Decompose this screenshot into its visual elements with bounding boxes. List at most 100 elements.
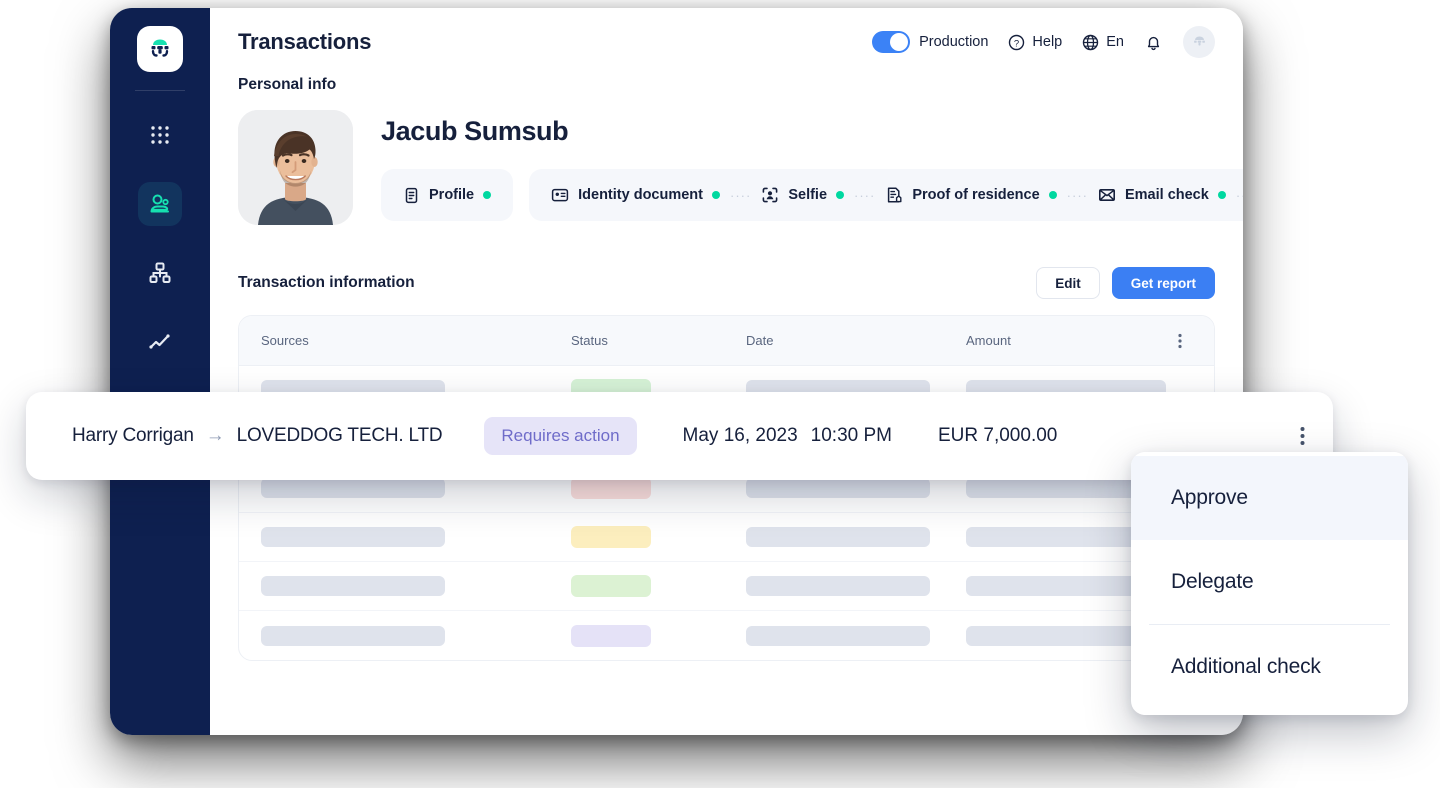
- chip-separator-1: ····: [730, 187, 752, 203]
- sidebar-item-applicants[interactable]: [138, 182, 182, 226]
- chip-email-check[interactable]: Email check: [1098, 186, 1226, 204]
- topbar-actions: Production ? Help En: [872, 26, 1215, 58]
- table-column-status: Status: [571, 333, 608, 348]
- personal-info-label: Personal info: [238, 76, 337, 93]
- table-row[interactable]: [239, 611, 1214, 660]
- applicants-icon: [150, 194, 169, 212]
- table-cell-status: [571, 624, 746, 647]
- table-header-row: Sources Status Date Amount: [239, 316, 1214, 366]
- chip-selfie-status-dot: [836, 191, 845, 199]
- sumsub-avatar-icon: [1193, 35, 1205, 46]
- sidebar-item-workflow[interactable]: [138, 251, 182, 295]
- chip-separator-2: ····: [854, 187, 876, 203]
- get-report-button[interactable]: Get report: [1111, 267, 1215, 299]
- table-cell-sources: [261, 478, 571, 498]
- environment-toggle-label: Production: [919, 34, 989, 50]
- more-vertical-icon: [1300, 427, 1305, 445]
- envelope-icon: [1098, 188, 1115, 201]
- transaction-recipient: LOVEDDOG TECH. LTD: [236, 425, 443, 446]
- transaction-information-title: Transaction information: [238, 274, 415, 291]
- applicant-photo: [238, 110, 353, 225]
- bell-icon: [1147, 36, 1160, 50]
- skeleton-status-chip: [571, 526, 651, 548]
- table-cell-status: [571, 575, 746, 597]
- svg-text:?: ?: [1014, 38, 1019, 49]
- skeleton-bar: [261, 527, 445, 547]
- transaction-time: 10:30 PM: [810, 425, 892, 446]
- transaction-parties: Harry Corrigan → LOVEDDOG TECH. LTD: [72, 425, 443, 447]
- table-cell-date: [746, 625, 966, 646]
- sumsub-logo-icon: [151, 39, 169, 57]
- applicant-photo-image: [238, 110, 353, 225]
- edit-button[interactable]: Edit: [1036, 267, 1100, 299]
- table-cell-sources: [261, 527, 571, 547]
- topbar: Transactions Production ? Help En: [210, 8, 1243, 76]
- account-avatar[interactable]: [1183, 26, 1215, 58]
- chip-identity-document[interactable]: Identity document: [551, 186, 720, 204]
- table-cell-date: [746, 576, 966, 596]
- id-card-icon: [551, 188, 569, 202]
- table-options-button[interactable]: [1168, 333, 1192, 349]
- language-label: En: [1106, 34, 1124, 50]
- verification-chips-row: Profile Identity document ···· Selfie ··…: [381, 169, 1243, 221]
- status-badge: Requires action: [484, 417, 637, 455]
- table-cell-date: [746, 478, 966, 498]
- chip-identity-document-status-dot: [712, 191, 720, 199]
- checks-chip-group: Identity document ···· Selfie ···· Proof…: [529, 169, 1243, 221]
- menu-item-delegate[interactable]: Delegate: [1131, 540, 1408, 624]
- face-scan-icon: [762, 187, 778, 203]
- help-label: Help: [1032, 34, 1063, 50]
- table-cell-status: [571, 526, 746, 548]
- table-row[interactable]: [239, 562, 1214, 611]
- skeleton-bar: [261, 576, 445, 596]
- sidebar-item-apps[interactable]: [138, 113, 182, 157]
- transactions-table: Sources Status Date Amount: [238, 315, 1215, 661]
- sidebar-item-analytics[interactable]: [138, 320, 182, 364]
- transaction-sender: Harry Corrigan: [72, 425, 194, 446]
- transaction-datetime: May 16, 2023 10:30 PM: [683, 425, 892, 447]
- menu-item-approve[interactable]: Approve: [1131, 456, 1408, 540]
- notifications-button[interactable]: [1144, 33, 1163, 52]
- chip-selfie[interactable]: Selfie: [761, 186, 845, 204]
- main-content: Transactions Production ? Help En Person…: [210, 8, 1243, 735]
- skeleton-status-chip: [571, 575, 651, 597]
- table-column-date: Date: [746, 333, 774, 348]
- language-selector[interactable]: En: [1082, 34, 1124, 51]
- document-list-icon: [405, 187, 418, 203]
- help-button[interactable]: ? Help: [1008, 34, 1062, 51]
- document-home-icon: [888, 187, 902, 203]
- skeleton-status-chip: [571, 624, 651, 647]
- transaction-amount: EUR 7,000.00: [938, 425, 1058, 446]
- table-cell-sources: [261, 625, 571, 646]
- more-vertical-icon: [1178, 333, 1182, 348]
- applicant-name: Jacub Sumsub: [381, 116, 569, 146]
- chip-proof-of-residence[interactable]: Proof of residence: [885, 186, 1057, 204]
- arrow-right-icon: →: [205, 425, 225, 446]
- table-cell-sources: [261, 576, 571, 596]
- chip-proof-of-residence-label: Proof of residence: [912, 187, 1040, 203]
- personal-info-details: Jacub Sumsub Profile Identity document ·…: [381, 110, 1243, 221]
- chip-email-check-status-dot: [1217, 191, 1226, 199]
- chip-proof-of-residence-status-dot: [1048, 191, 1057, 199]
- personal-info-row: Jacub Sumsub Profile Identity document ·…: [238, 110, 1243, 225]
- sumsub-logo[interactable]: [137, 26, 183, 72]
- skeleton-bar: [746, 625, 930, 646]
- transaction-date: May 16, 2023: [682, 425, 798, 446]
- chip-profile-label: Profile: [429, 187, 475, 203]
- table-row[interactable]: [239, 513, 1214, 562]
- analytics-line-icon: [149, 334, 170, 349]
- transaction-actions: Edit Get report: [1036, 267, 1215, 299]
- transaction-row-options-button[interactable]: [1300, 426, 1305, 446]
- table-column-sources: Sources: [261, 333, 309, 348]
- environment-toggle[interactable]: Production: [872, 31, 988, 53]
- toggle-switch[interactable]: [872, 31, 911, 53]
- chip-separator-3: ····: [1066, 187, 1088, 203]
- menu-item-additional-check[interactable]: Additional check: [1131, 625, 1408, 709]
- chip-profile[interactable]: Profile: [403, 187, 492, 204]
- question-circle-icon: ?: [1009, 34, 1025, 50]
- table-column-amount: Amount: [966, 333, 1011, 348]
- chip-selfie-label: Selfie: [788, 187, 828, 203]
- skeleton-bar: [261, 478, 445, 498]
- skeleton-bar: [746, 576, 930, 596]
- skeleton-bar: [261, 625, 445, 646]
